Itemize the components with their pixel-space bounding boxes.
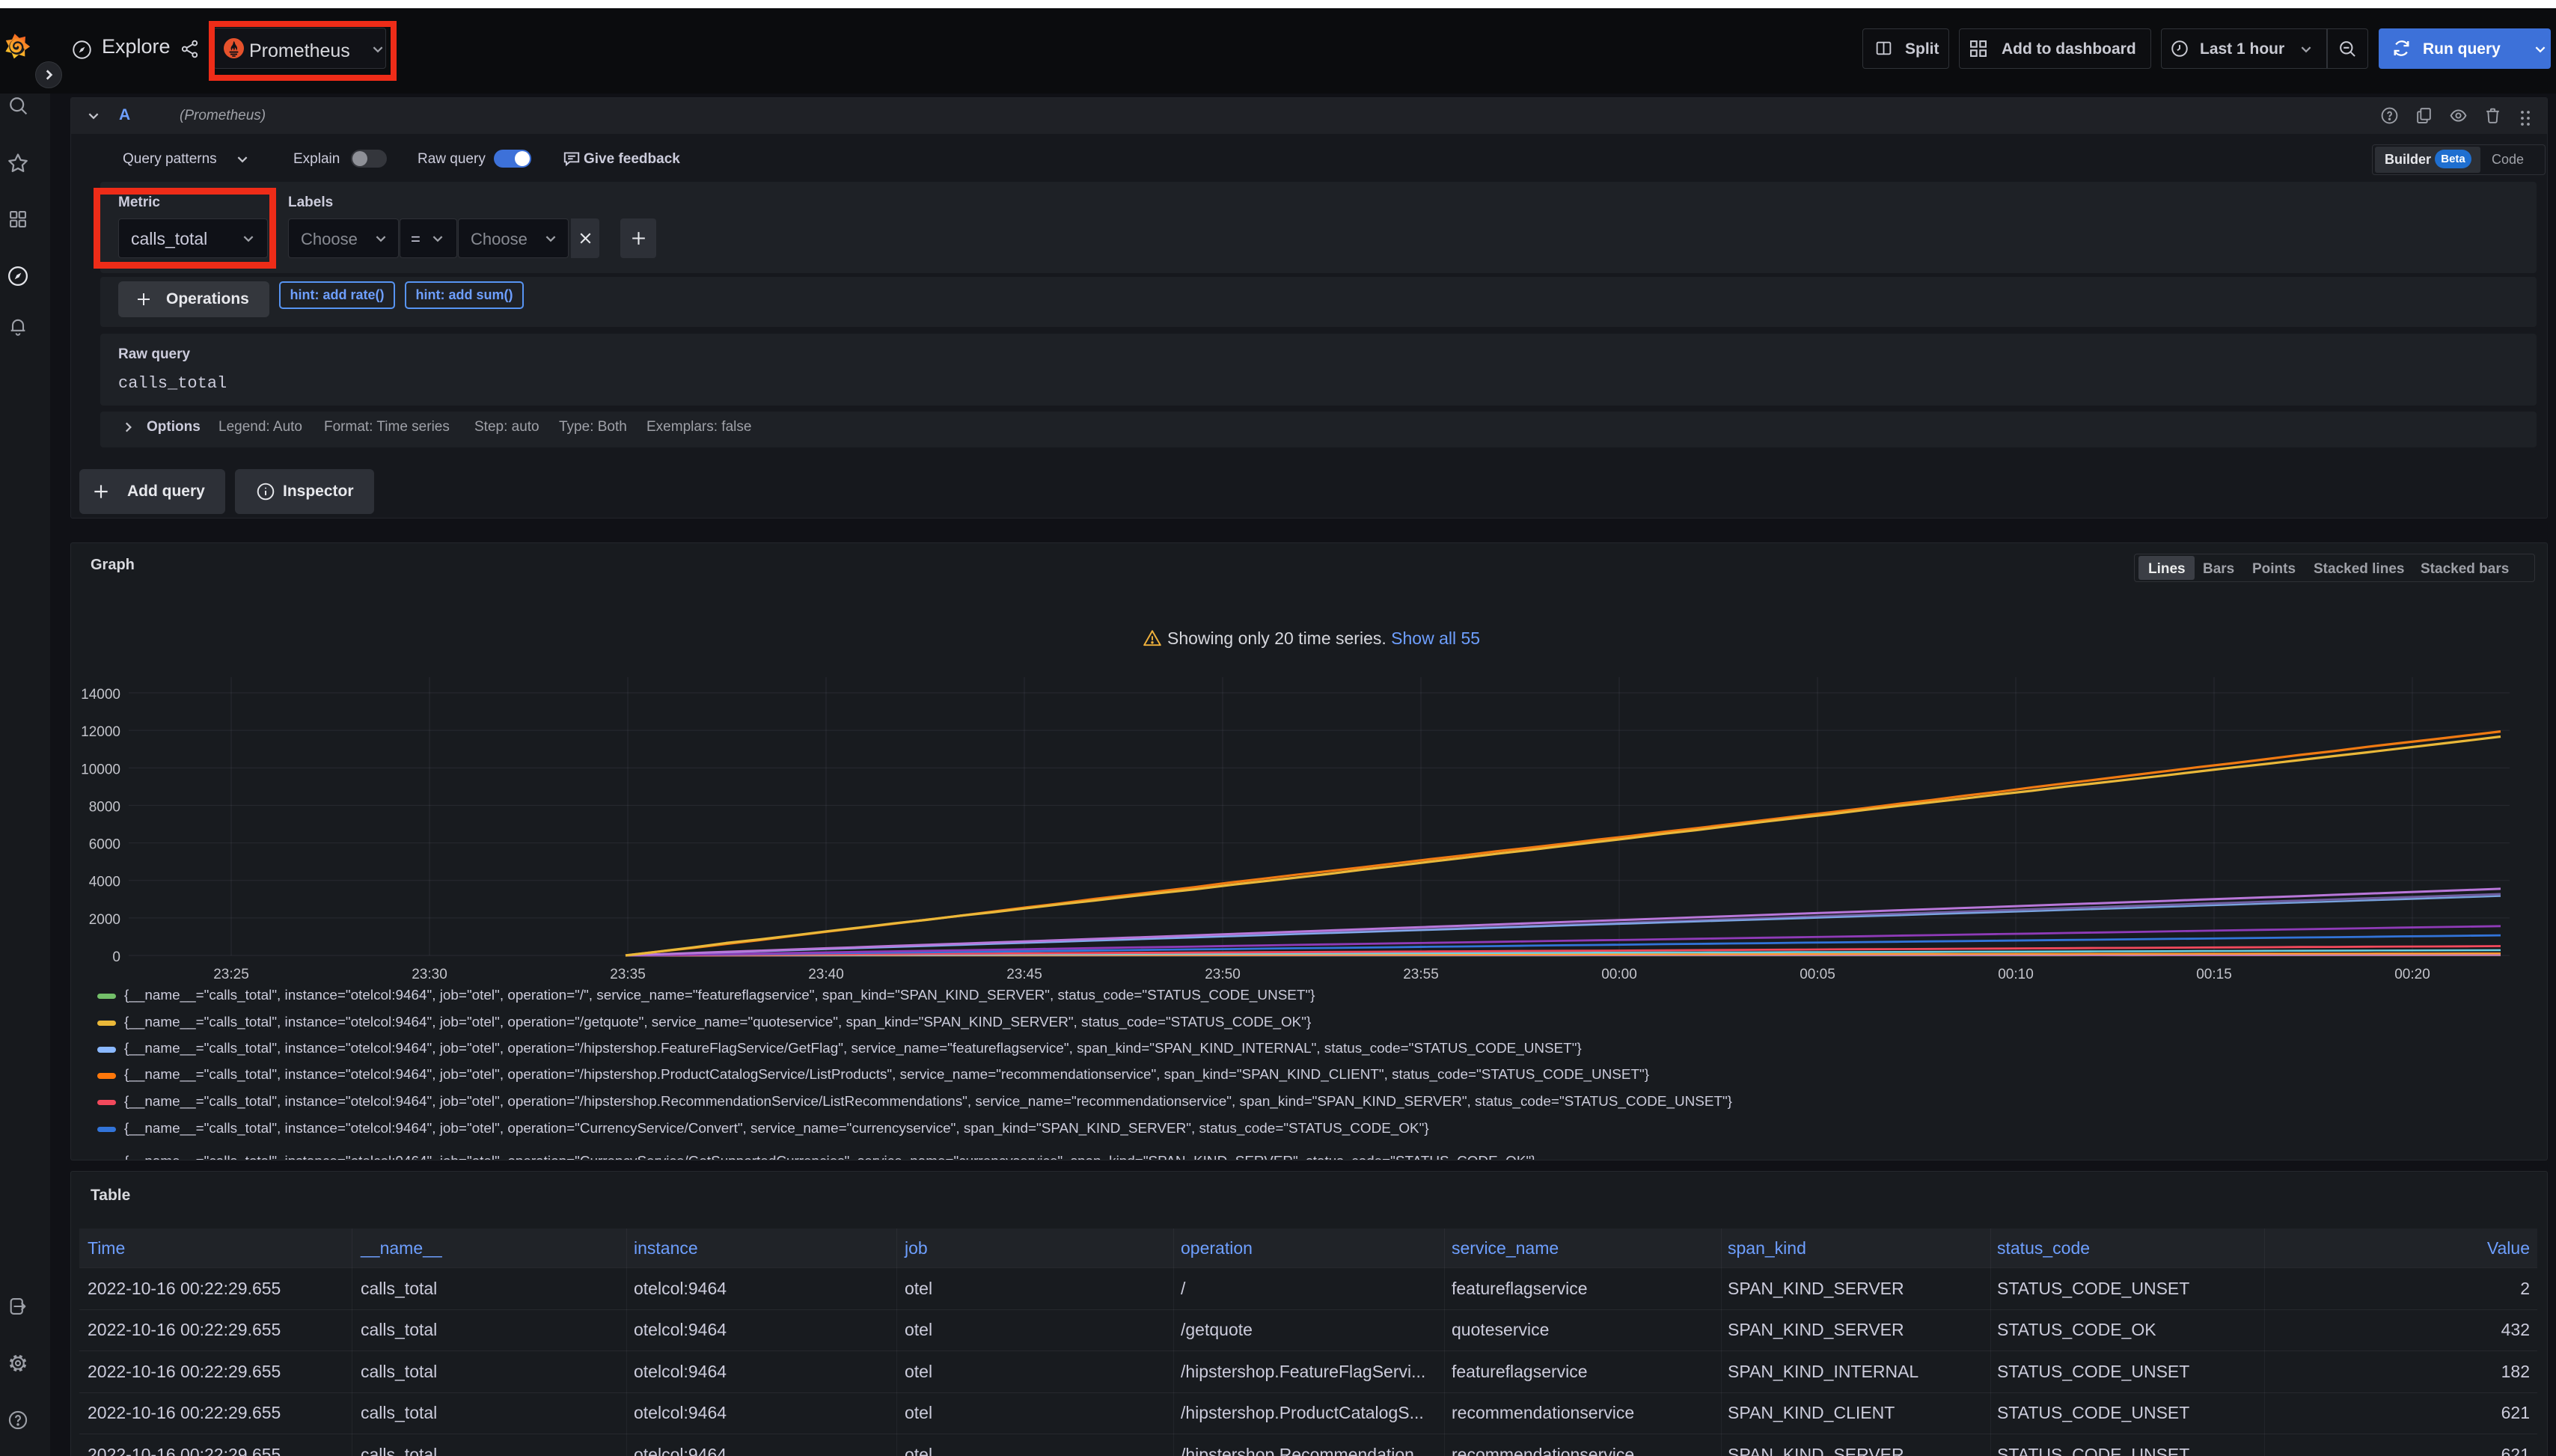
svg-text:23:25: 23:25 bbox=[213, 967, 249, 982]
svg-text:23:45: 23:45 bbox=[1006, 967, 1042, 982]
svg-text:4000: 4000 bbox=[89, 875, 120, 890]
svg-text:14000: 14000 bbox=[81, 687, 120, 703]
svg-text:23:30: 23:30 bbox=[412, 967, 447, 982]
svg-text:00:05: 00:05 bbox=[1800, 967, 1835, 982]
svg-text:00:00: 00:00 bbox=[1601, 967, 1637, 982]
svg-text:10000: 10000 bbox=[81, 762, 120, 777]
svg-text:00:10: 00:10 bbox=[1998, 967, 2034, 982]
svg-text:2000: 2000 bbox=[89, 912, 120, 928]
svg-text:8000: 8000 bbox=[89, 799, 120, 815]
svg-text:23:35: 23:35 bbox=[610, 967, 646, 982]
svg-text:12000: 12000 bbox=[81, 724, 120, 740]
svg-text:23:40: 23:40 bbox=[808, 967, 844, 982]
svg-text:0: 0 bbox=[112, 949, 120, 965]
svg-text:00:20: 00:20 bbox=[2394, 967, 2430, 982]
svg-text:6000: 6000 bbox=[89, 837, 120, 853]
svg-text:23:55: 23:55 bbox=[1403, 967, 1439, 982]
svg-text:23:50: 23:50 bbox=[1205, 967, 1241, 982]
svg-text:00:15: 00:15 bbox=[2196, 967, 2232, 982]
